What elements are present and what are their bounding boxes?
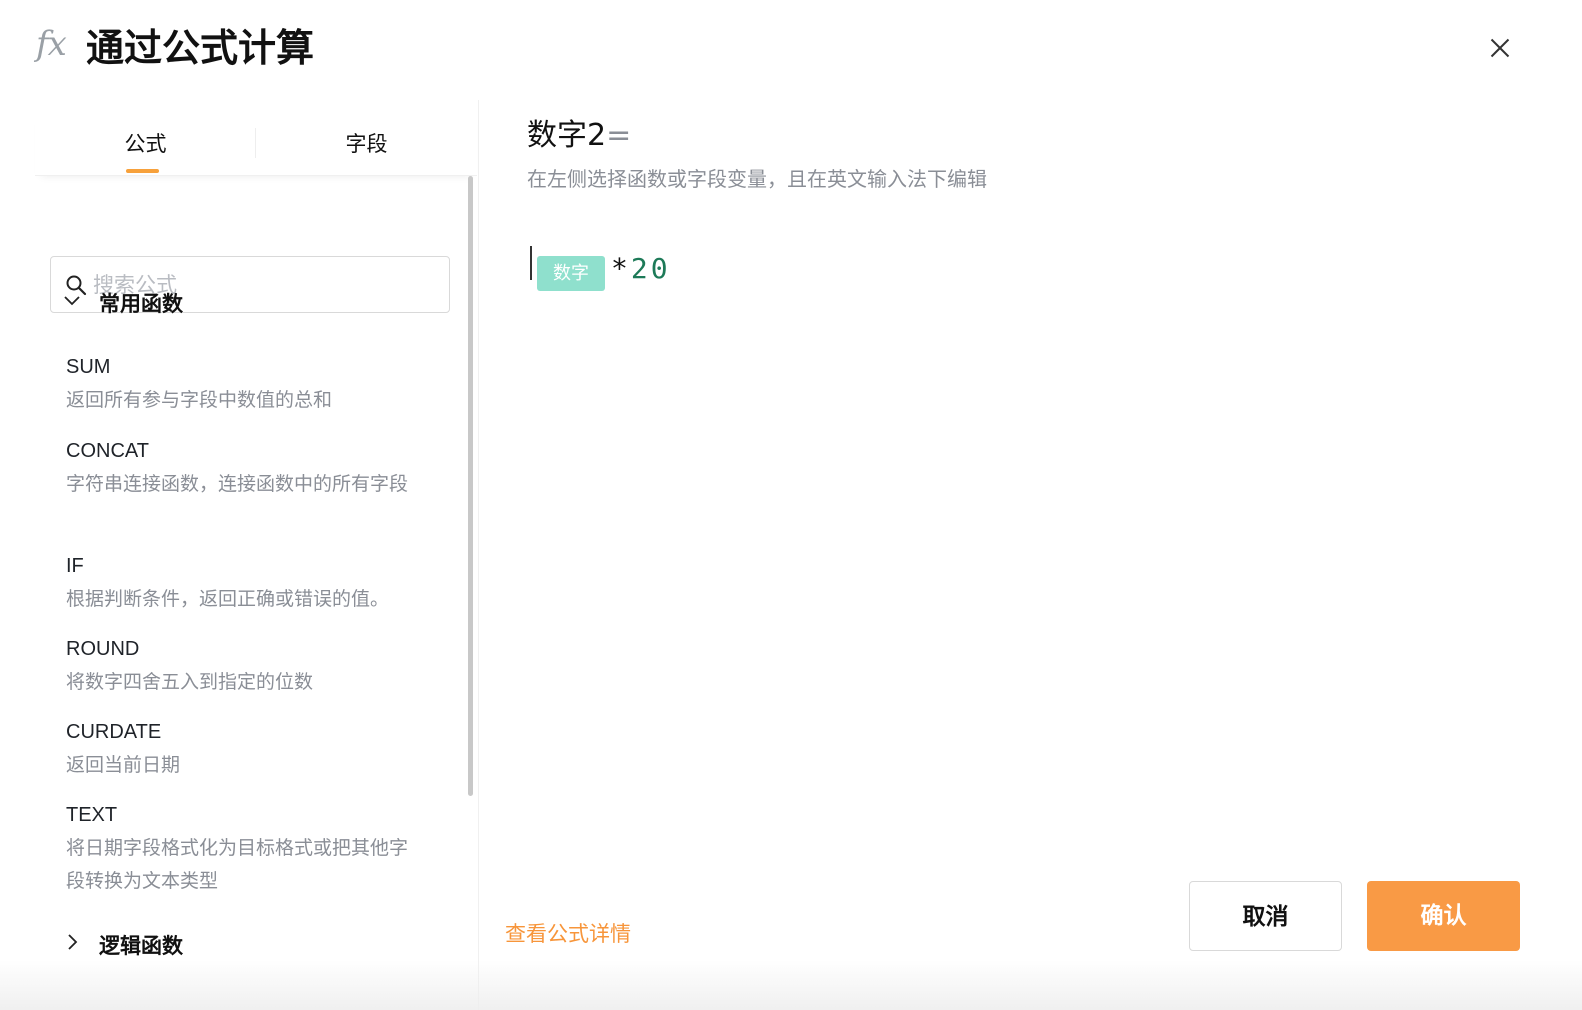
function-name: TEXT	[66, 804, 118, 826]
view-formula-details-link[interactable]: 查看公式详情	[505, 918, 631, 948]
function-desc: 字符串连接函数，连接函数中的所有字段	[66, 473, 409, 495]
formula-expression: *20	[611, 252, 671, 285]
function-item-curdate[interactable]: CURDATE 返回当前日期	[66, 717, 426, 782]
active-tab-indicator	[126, 169, 159, 173]
group-label: 常用函数	[99, 292, 183, 316]
function-item-text[interactable]: TEXT 将日期字段格式化为目标格式或把其他字段转换为文本类型	[66, 800, 426, 898]
function-item-sum[interactable]: SUM 返回所有参与字段中数值的总和	[66, 352, 426, 417]
editor-title: 数字2=	[527, 116, 631, 156]
formula-dialog: fx 通过公式计算 公式 字段 常用函数	[0, 0, 1582, 1010]
chevron-down-icon	[64, 296, 80, 306]
dialog-title: 通过公式计算	[86, 26, 315, 70]
fx-icon: fx	[36, 24, 67, 64]
equals-sign: =	[606, 118, 632, 153]
group-label: 逻辑函数	[99, 934, 183, 958]
function-list[interactable]: 常用函数 SUM 返回所有参与字段中数值的总和 CONCAT 字符串连接函数，连…	[35, 176, 480, 1010]
chevron-right-icon	[68, 934, 78, 950]
editor-hint: 在左侧选择函数或字段变量，且在英文输入法下编辑	[527, 167, 987, 191]
field-tag[interactable]: 数字	[537, 256, 605, 291]
tab-field[interactable]: 字段	[256, 128, 477, 158]
function-desc: 将日期字段格式化为目标格式或把其他字段转换为文本类型	[66, 837, 409, 892]
function-desc: 返回当前日期	[66, 754, 181, 776]
panel-tabs: 公式 字段	[35, 110, 477, 176]
function-item-concat[interactable]: CONCAT 字符串连接函数，连接函数中的所有字段	[66, 436, 426, 501]
function-desc: 根据判断条件，返回正确或错误的值。	[66, 588, 390, 610]
target-field-name: 数字2	[527, 118, 607, 153]
function-list-scrollbar[interactable]	[468, 176, 473, 796]
function-name: SUM	[66, 356, 111, 378]
function-name: CONCAT	[66, 440, 149, 462]
cancel-button[interactable]: 取消	[1189, 881, 1342, 951]
function-desc: 返回所有参与字段中数值的总和	[66, 389, 333, 411]
function-name: CURDATE	[66, 721, 162, 743]
panel-divider	[478, 100, 479, 1010]
close-icon[interactable]	[1484, 32, 1516, 64]
text-cursor	[530, 246, 532, 280]
confirm-button[interactable]: 确认	[1367, 881, 1520, 951]
function-item-if[interactable]: IF 根据判断条件，返回正确或错误的值。	[66, 551, 426, 616]
function-panel: 公式 字段 常用函数 SUM 返回所有参与字段中数值的总和	[35, 110, 480, 1010]
formula-operator: *	[611, 252, 631, 285]
function-item-round[interactable]: ROUND 将数字四舍五入到指定的位数	[66, 634, 426, 699]
function-name: ROUND	[66, 638, 140, 660]
function-desc: 将数字四舍五入到指定的位数	[66, 671, 314, 693]
tab-formula[interactable]: 公式	[35, 128, 256, 158]
dialog-header: fx 通过公式计算	[0, 0, 1582, 100]
formula-number: 20	[630, 252, 671, 285]
function-name: IF	[66, 555, 84, 577]
